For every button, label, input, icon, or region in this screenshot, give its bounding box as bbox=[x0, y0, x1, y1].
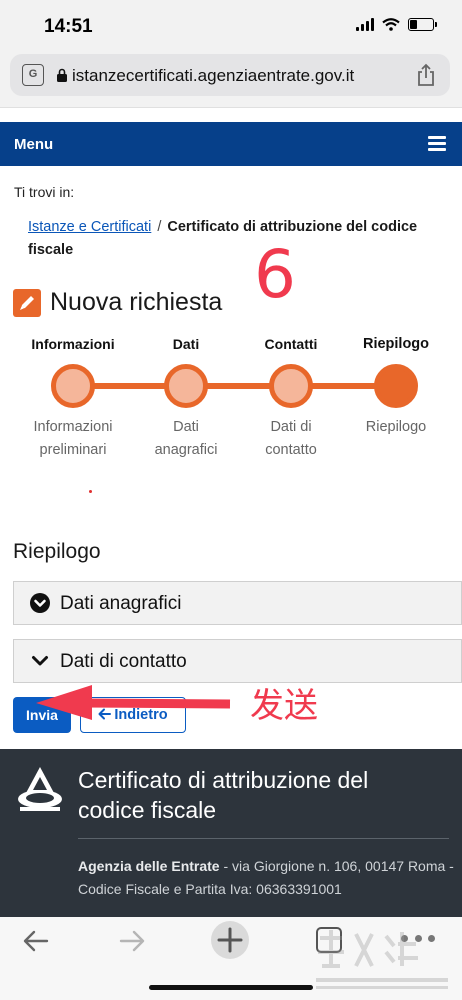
home-indicator[interactable] bbox=[149, 985, 313, 990]
footer-org: Agenzia delle Entrate bbox=[78, 858, 220, 874]
step-subtitle-line: contatto bbox=[265, 442, 317, 458]
step-subtitle-line: Dati di bbox=[270, 419, 312, 435]
chevron-down-icon bbox=[32, 656, 48, 666]
summary-title: Riepilogo bbox=[13, 540, 101, 563]
step-subtitle-line: Dati bbox=[173, 419, 199, 435]
stepper-line bbox=[72, 383, 398, 389]
breadcrumb-link-istanze[interactable]: Istanze e Certificati bbox=[28, 219, 151, 235]
lock-icon bbox=[57, 68, 67, 82]
page-title: Nuova richiesta bbox=[50, 288, 223, 316]
circle-chevron-down-icon bbox=[30, 593, 50, 613]
step-subtitle-line: anagrafici bbox=[154, 442, 218, 458]
battery-icon bbox=[408, 18, 437, 31]
breadcrumb: Istanze e Certificati / Certificato di att… bbox=[28, 216, 428, 262]
site-footer: Certificato di attribuzione del codice f… bbox=[0, 749, 462, 917]
status-bar: 14:51 bbox=[0, 0, 462, 50]
status-icons bbox=[356, 18, 437, 31]
accordion-label[interactable]: Dati anagrafici bbox=[60, 593, 181, 615]
step-subtitle-dati: Dati anagrafici bbox=[126, 416, 246, 462]
hamburger-icon[interactable] bbox=[428, 136, 446, 151]
step-subtitle-line: Riepilogo bbox=[365, 419, 427, 435]
annotation-dot bbox=[89, 490, 92, 493]
address-url[interactable]: istanzecertificati.agenziaentrate.gov.it bbox=[72, 66, 354, 86]
step-dot-dati bbox=[164, 364, 208, 408]
menu-bar[interactable]: Menu bbox=[0, 122, 462, 166]
step-title-contatti: Contatti bbox=[264, 336, 318, 352]
breadcrumb-intro: Ti trovi in: bbox=[14, 184, 75, 200]
annotation-send-note: 发送 bbox=[250, 686, 318, 726]
breadcrumb-separator: / bbox=[157, 219, 162, 235]
step-subtitle-line: Informazioni bbox=[33, 419, 113, 435]
browser-toolbar: G istanzecertificati.agenziaentrate.gov.… bbox=[0, 50, 462, 108]
nav-back-icon[interactable] bbox=[22, 927, 50, 955]
watermark bbox=[316, 930, 448, 989]
new-tab-icon[interactable] bbox=[211, 921, 249, 959]
accordion-dati-di-contatto[interactable]: Dati di contatto bbox=[13, 639, 462, 683]
footer-divider bbox=[78, 838, 449, 839]
accordion-label[interactable]: Dati di contatto bbox=[60, 651, 187, 673]
step-dot-informazioni bbox=[51, 364, 95, 408]
pencil-icon bbox=[13, 288, 41, 317]
footer-address: Agenzia delle Entrate - via Giorgione n.… bbox=[78, 855, 454, 901]
accordion-dati-anagrafici[interactable]: Dati anagrafici bbox=[13, 581, 462, 625]
status-time: 14:51 bbox=[44, 16, 93, 37]
footer-title: Certificato di attribuzione del codice f… bbox=[78, 767, 369, 823]
signal-icon bbox=[356, 18, 374, 31]
annotation-arrow bbox=[36, 685, 231, 720]
step-dot-contatti bbox=[269, 364, 313, 408]
step-title-riepilogo: Riepilogo bbox=[362, 336, 430, 352]
nav-forward-icon[interactable] bbox=[118, 927, 146, 955]
step-subtitle-contatti: Dati di contatto bbox=[231, 416, 351, 462]
menu-label[interactable]: Menu bbox=[14, 136, 53, 153]
page-title-wrap: Nuova richiesta bbox=[13, 288, 222, 317]
step-title-informazioni: Informazioni bbox=[31, 336, 115, 352]
annotation-step-number: 6 bbox=[254, 236, 296, 313]
share-icon[interactable] bbox=[416, 63, 436, 87]
step-subtitle-informazioni: Informazioni preliminari bbox=[13, 416, 133, 462]
progress-stepper: Informazioni Dati Contatti Riepilogo Inf… bbox=[0, 330, 462, 470]
step-title-dati: Dati bbox=[172, 336, 200, 352]
battery-level bbox=[410, 20, 417, 29]
step-subtitle-line: preliminari bbox=[39, 442, 107, 458]
step-dot-riepilogo-active bbox=[374, 364, 418, 408]
agenzia-entrate-logo-icon bbox=[18, 767, 62, 811]
translate-icon[interactable]: G bbox=[22, 64, 44, 86]
step-subtitle-riepilogo: Riepilogo bbox=[336, 416, 456, 439]
wifi-icon bbox=[382, 18, 400, 31]
address-bar[interactable]: G istanzecertificati.agenziaentrate.gov.… bbox=[10, 54, 450, 96]
